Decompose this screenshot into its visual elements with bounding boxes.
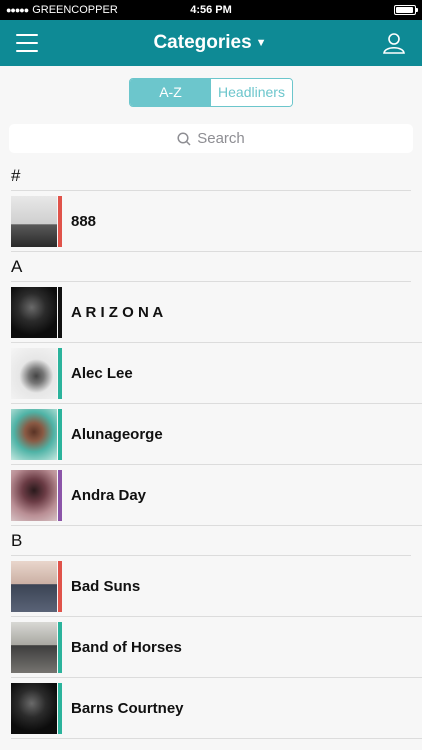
artist-row[interactable]: Barns Courtney [11,678,422,739]
search-container: Search [0,118,422,161]
page-title: Categories [153,32,252,53]
artist-name: Bad Suns [71,577,141,595]
artist-photo [11,682,58,734]
search-placeholder: Search [197,130,245,147]
artist-row[interactable]: Band of Horses [11,617,422,678]
category-color-bar [58,195,62,247]
category-color-bar [58,621,62,673]
artist-photo [11,195,58,247]
artist-row[interactable]: Alec Lee [11,343,422,404]
section-header: # [11,161,411,191]
artist-thumbnail [11,286,62,338]
signal-icon: ●●●●● [6,5,29,15]
category-color-bar [58,408,62,460]
artist-name: A R I Z O N A [71,303,164,321]
artist-thumbnail [11,469,62,521]
section-header: A [11,252,411,282]
category-color-bar [58,560,62,612]
search-icon [177,131,191,146]
artist-photo [11,408,58,460]
sort-segmented-control: A-Z Headliners [129,77,293,107]
artist-thumbnail [11,347,62,399]
category-color-bar [58,347,62,399]
category-color-bar [58,469,62,521]
status-bar: ●●●●● GREENCOPPER 4:56 PM [0,0,422,20]
segment-a-z[interactable]: A-Z [130,78,211,106]
battery-icon [394,5,418,15]
categories-dropdown[interactable]: Categories ▼ [153,32,266,54]
artist-photo [11,347,58,399]
caret-down-icon: ▼ [255,37,267,49]
artist-photo [11,560,58,612]
user-icon[interactable] [382,31,406,55]
category-color-bar [58,286,62,338]
carrier-name: GREENCOPPER [32,4,118,16]
artist-row[interactable]: 888 [11,191,422,252]
artist-name: Andra Day [71,486,147,504]
hamburger-icon[interactable] [16,34,38,52]
navigation-bar: Categories ▼ [0,20,422,66]
artist-thumbnail [11,560,62,612]
artist-thumbnail [11,195,62,247]
artist-thumbnail [11,682,62,734]
artist-name: Alec Lee [71,364,133,382]
artist-thumbnail [11,408,62,460]
artist-row[interactable]: Alunageorge [11,404,422,465]
artist-photo [11,621,58,673]
artist-name: Band of Horses [71,638,182,656]
segment-container: A-Z Headliners [0,66,422,118]
artist-row[interactable]: Andra Day [11,465,422,526]
category-color-bar [58,682,62,734]
section-header: B [11,526,411,556]
artist-row[interactable]: Bad Suns [11,556,422,617]
artist-thumbnail [11,621,62,673]
artist-photo [11,286,58,338]
carrier-info: ●●●●● GREENCOPPER [6,4,118,16]
search-input[interactable]: Search [9,124,413,153]
segment-headliners[interactable]: Headliners [211,78,292,106]
artist-name: 888 [71,212,97,230]
artist-name: Barns Courtney [71,699,184,717]
artist-row[interactable]: A R I Z O N A [11,282,422,343]
artist-photo [11,469,58,521]
artist-name: Alunageorge [71,425,163,443]
artist-list: #888 A A R I Z O N A Alec Lee Alunageorge And… [0,161,422,739]
